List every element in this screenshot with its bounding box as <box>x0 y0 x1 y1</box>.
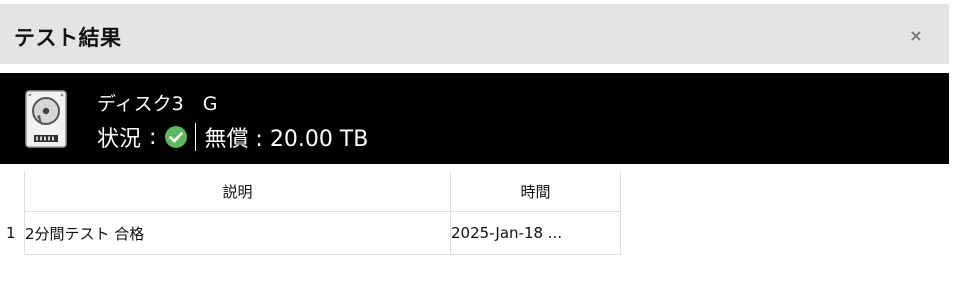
check-circle-icon <box>165 126 188 148</box>
status-divider <box>195 123 197 151</box>
results-table: 説明 時間 1 2分間テスト 合格 2025-Jan-18 ... <box>0 172 621 255</box>
column-header-time[interactable]: 時間 <box>450 172 621 212</box>
row-number-header <box>0 172 25 212</box>
dialog-title: テスト結果 <box>14 26 122 50</box>
table-row[interactable]: 1 2分間テスト 合格 2025-Jan-18 ... <box>0 211 621 255</box>
disk-name: ディスク3 G <box>97 93 218 115</box>
hard-drive-icon <box>25 90 67 148</box>
status-label: 状況 <box>97 127 142 152</box>
row-time: 2025-Jan-18 ... <box>450 211 621 255</box>
disk-health-text: 無償 : 20.00 TB <box>204 127 369 152</box>
table-header-row: 説明 時間 <box>0 172 621 212</box>
results-table-container: 説明 時間 1 2分間テスト 合格 2025-Jan-18 ... <box>0 172 621 255</box>
disk-status-row: 状況 : 無償 : 20.00 TB <box>97 121 368 153</box>
row-description: 2分間テスト 合格 <box>24 211 451 255</box>
column-header-description[interactable]: 説明 <box>24 172 451 212</box>
disk-info-panel: ディスク3 G 状況 : 無償 : 20.00 TB <box>0 73 949 164</box>
row-number: 1 <box>0 211 25 255</box>
status-separator: : <box>149 124 157 150</box>
dialog-titlebar: テスト結果 × <box>0 4 949 64</box>
close-button[interactable]: × <box>904 24 928 48</box>
test-results-dialog: テスト結果 × ディスク3 G 状況 : 無償 : 20.00 TB 説明 時間… <box>0 0 961 292</box>
